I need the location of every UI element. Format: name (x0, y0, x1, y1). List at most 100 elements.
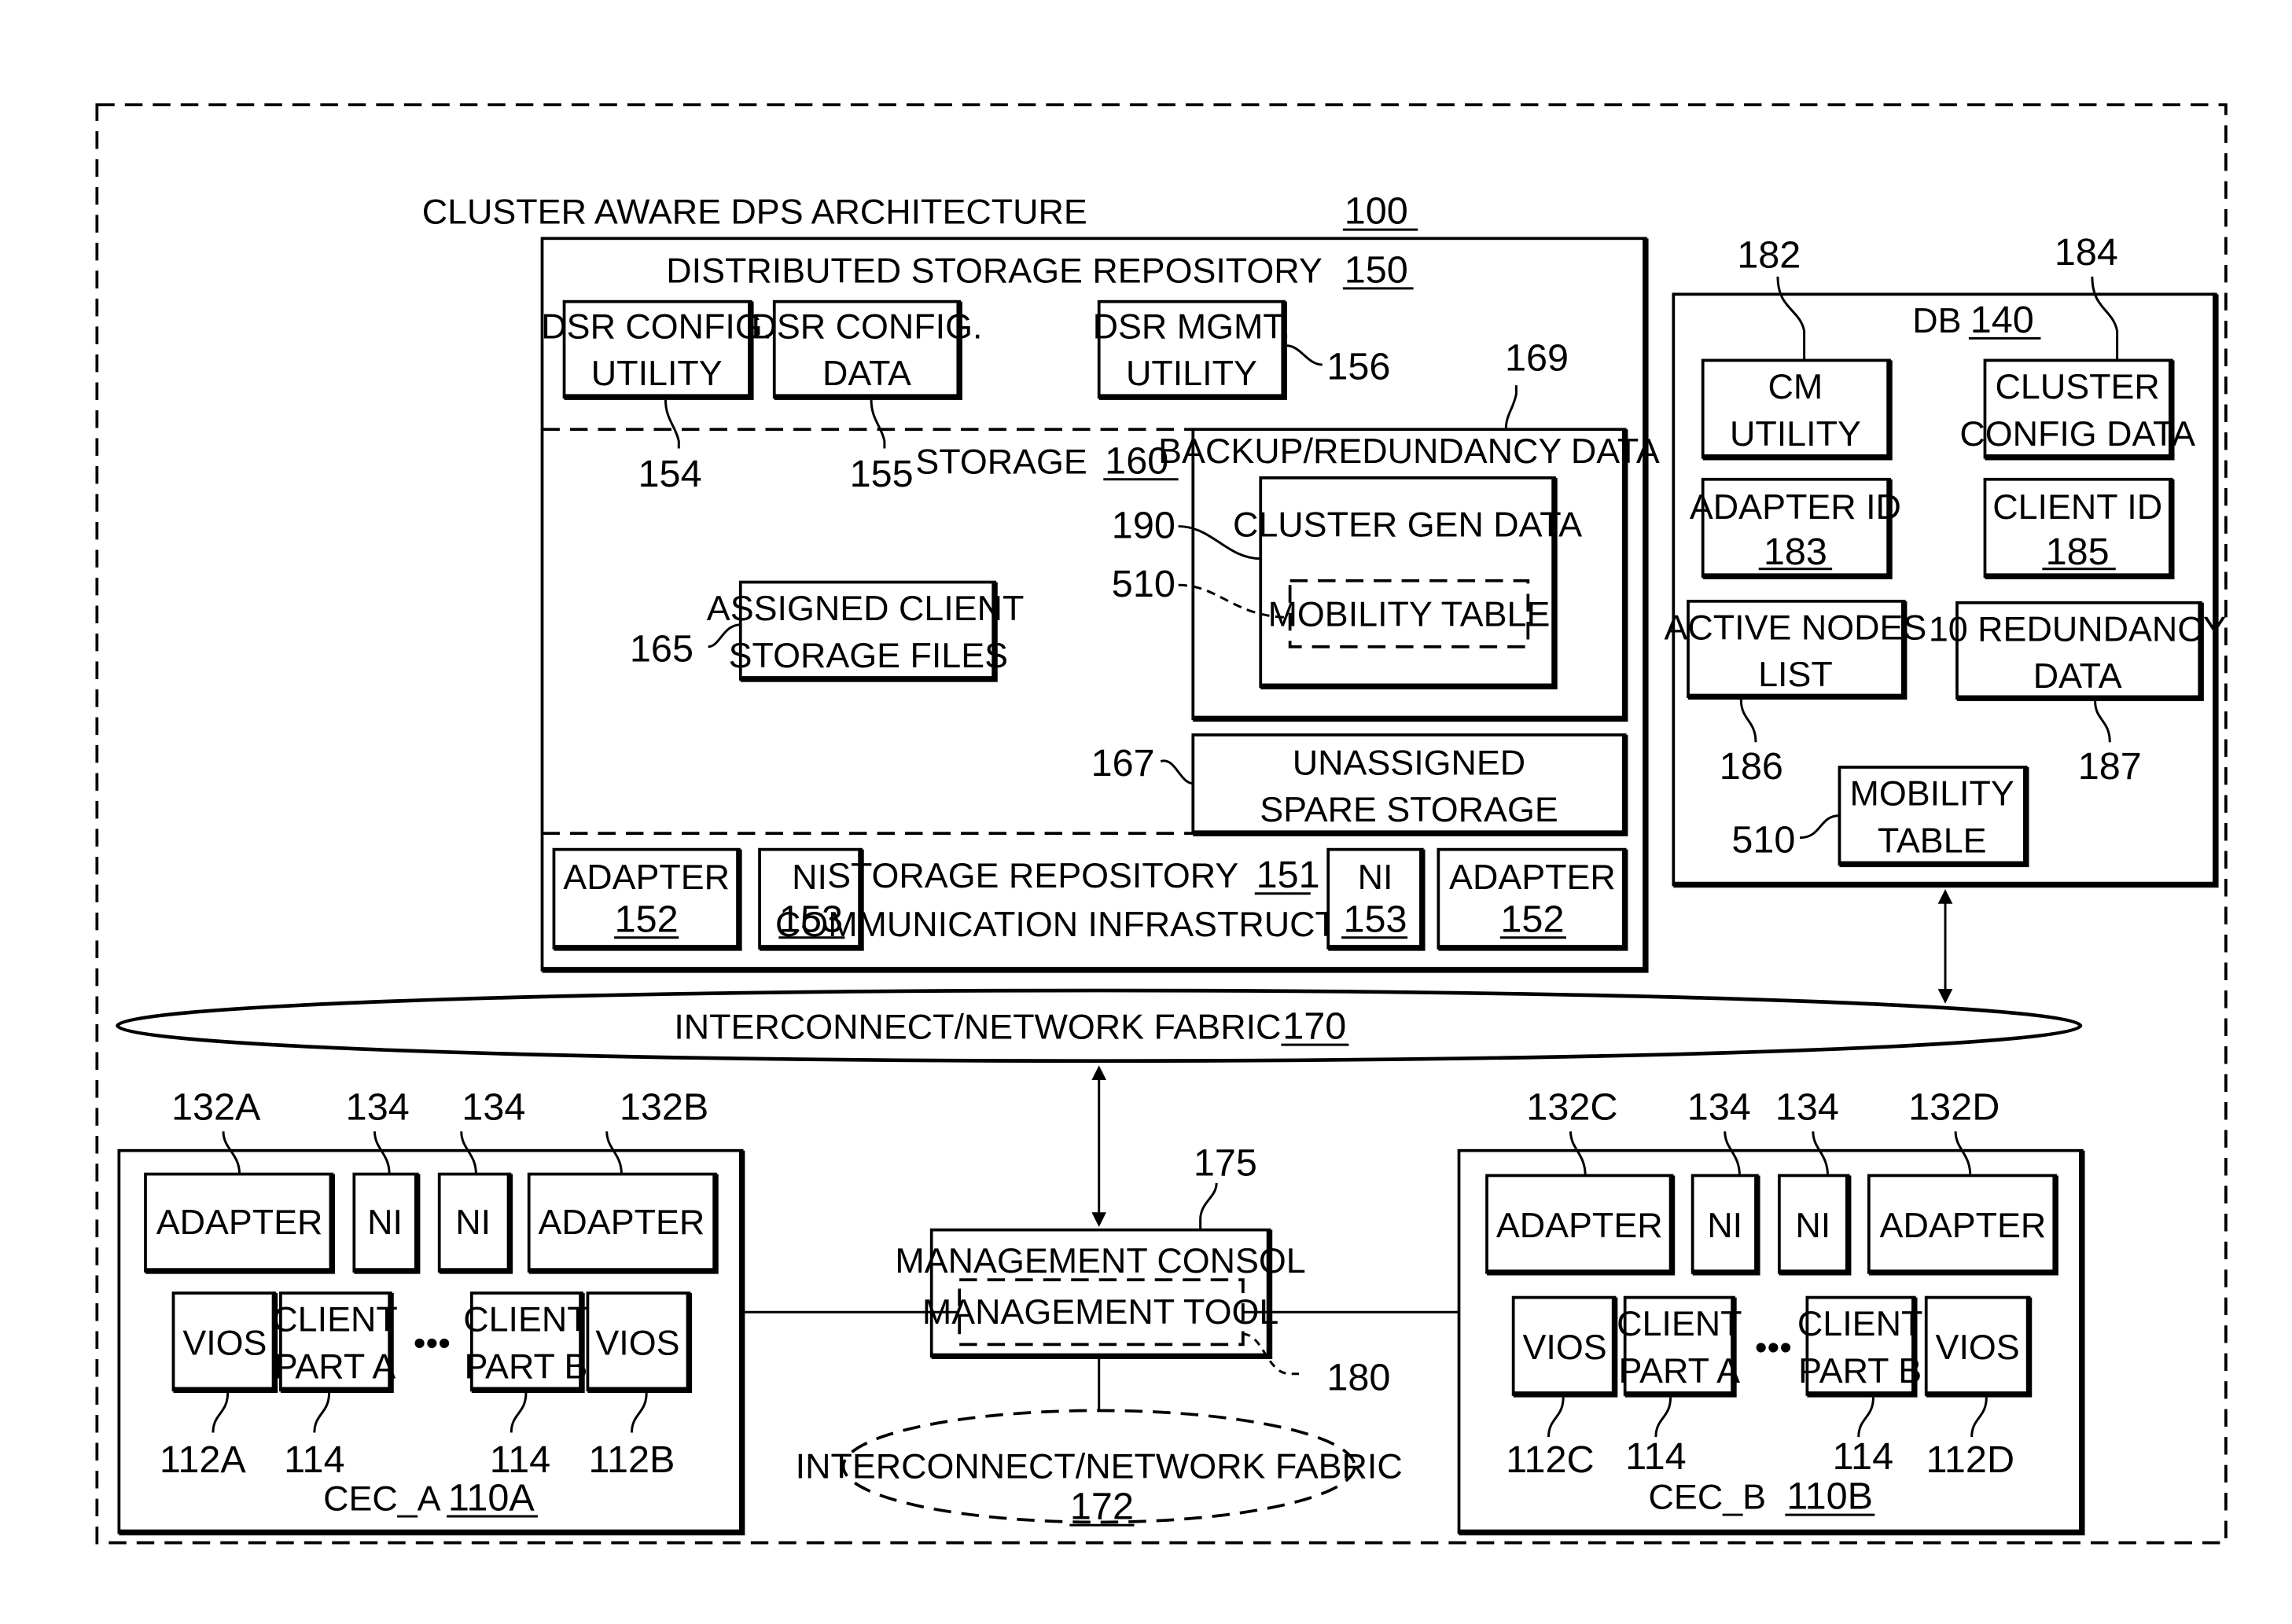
svg-text:ASSIGNED CLIENT: ASSIGNED CLIENT (707, 588, 1025, 628)
ref-184: 184 (2055, 231, 2118, 274)
svg-text:170: 170 (1282, 1005, 1346, 1048)
interconnect-fabric-172[interactable]: INTERCONNECT/NETWORK FABRIC 172 (796, 1409, 1403, 1528)
svg-text:NI: NI (792, 857, 827, 897)
cec-a-label: CEC_A (323, 1479, 441, 1519)
ref-112d: 112D (1926, 1438, 2015, 1481)
svg-text:DSR CONFIG.: DSR CONFIG. (752, 306, 983, 346)
mobility-table-db[interactable]: MOBILITY TABLE (1838, 766, 2029, 868)
cec-a-vios-112a[interactable]: VIOS (171, 1291, 278, 1394)
cec-b-client-part-a[interactable]: CLIENT PART A (1617, 1295, 1742, 1398)
cec-b-adapter-132c[interactable]: ADAPTER (1485, 1174, 1676, 1276)
db-ref: 140 (1970, 299, 2034, 341)
cec-a-client-part-a[interactable]: CLIENT PART A (272, 1291, 398, 1394)
svg-text:151: 151 (1256, 854, 1320, 896)
ref-190: 190 (1112, 505, 1175, 547)
svg-text:PART B: PART B (1798, 1350, 1922, 1391)
svg-text:NI: NI (1358, 857, 1393, 897)
ref-134-a2: 134 (462, 1086, 525, 1128)
adapter-152-left[interactable]: ADAPTER 152 (552, 847, 742, 951)
cec-a-ni-1[interactable]: NI (352, 1172, 421, 1274)
ref-167: 167 (1091, 742, 1155, 784)
cec-a: ADAPTER NI NI ADAPTER 132A 134 134 132B … (117, 1086, 745, 1536)
svg-text:183: 183 (1764, 531, 1827, 573)
svg-text:UTILITY: UTILITY (1126, 353, 1257, 393)
svg-text:VIOS: VIOS (1936, 1327, 2020, 1367)
svg-text:ADAPTER: ADAPTER (1880, 1205, 2047, 1245)
ref-114-a2: 114 (490, 1438, 550, 1481)
svg-text:10 REDUNDANCY: 10 REDUNDANCY (1929, 608, 2227, 648)
cec-b-ni-2[interactable]: NI (1777, 1174, 1852, 1276)
svg-text:NI: NI (1795, 1205, 1830, 1245)
db-title: DB (1912, 300, 1961, 340)
ref-112b: 112B (589, 1438, 675, 1481)
svg-text:CLIENT: CLIENT (1617, 1303, 1742, 1343)
dsr-mgmt-utility[interactable]: DSR MGMT. UTILITY (1093, 299, 1291, 400)
svg-text:UTILITY: UTILITY (1730, 413, 1861, 454)
svg-text:TABLE: TABLE (1878, 820, 1987, 860)
cec-b-client-part-b[interactable]: CLIENT PART B (1797, 1295, 1922, 1398)
dsr-title: DISTRIBUTED STORAGE REPOSITORY (666, 250, 1322, 290)
cm-utility[interactable]: CM UTILITY (1701, 358, 1893, 461)
svg-text:CLIENT: CLIENT (272, 1299, 397, 1339)
title-text: CLUSTER AWARE DPS ARCHITECTURE (422, 192, 1087, 232)
svg-text:ACTIVE NODES: ACTIVE NODES (1665, 607, 1927, 647)
assigned-client-storage-files[interactable]: ASSIGNED CLIENT STORAGE FILES (707, 580, 1025, 682)
cec-b-ref: 110B (1786, 1475, 1873, 1518)
ref-510-db: 510 (1731, 818, 1795, 861)
svg-text:SPARE STORAGE: SPARE STORAGE (1260, 789, 1558, 829)
ref-114-b1: 114 (1625, 1435, 1686, 1478)
cec-b: ADAPTER NI NI ADAPTER 132C 134 134 132D … (1457, 1086, 2085, 1536)
cec-a-adapter-132a[interactable]: ADAPTER (144, 1172, 336, 1274)
svg-text:CLIENT ID: CLIENT ID (1992, 487, 2162, 527)
svg-text:185: 185 (2046, 531, 2110, 573)
svg-text:VIOS: VIOS (1522, 1327, 1606, 1367)
ref-182: 182 (1737, 234, 1801, 277)
svg-text:STORAGE REPOSITORY: STORAGE REPOSITORY (827, 855, 1238, 895)
dsr-config-data[interactable]: DSR CONFIG. DATA (752, 299, 983, 400)
cec-a-vios-112b[interactable]: VIOS (586, 1291, 693, 1394)
svg-text:PART B: PART B (464, 1346, 587, 1386)
ref-156: 156 (1326, 346, 1390, 388)
ref-134-b2: 134 (1775, 1086, 1839, 1128)
cec-a-ni-2[interactable]: NI (437, 1172, 513, 1274)
cluster-config-data[interactable]: CLUSTER CONFIG DATA (1959, 358, 2195, 461)
svg-text:ADAPTER: ADAPTER (1496, 1205, 1663, 1245)
adapter-152-right[interactable]: ADAPTER 152 (1437, 847, 1628, 951)
ref-112a: 112A (160, 1438, 246, 1481)
ref-165: 165 (630, 627, 693, 670)
ref-134-b1: 134 (1687, 1086, 1751, 1128)
ref-114-b2: 114 (1833, 1435, 1893, 1478)
ref-154: 154 (638, 453, 702, 495)
svg-text:INTERCONNECT/NETWORK FABRIC: INTERCONNECT/NETWORK FABRIC (796, 1446, 1403, 1486)
svg-text:PART A: PART A (1619, 1350, 1741, 1391)
architecture-diagram: CLUSTER AWARE DPS ARCHITECTURE 100 DISTR… (95, 103, 2228, 1545)
adapter-id[interactable]: ADAPTER ID 183 (1690, 477, 1901, 579)
svg-text:MOBILITY: MOBILITY (1850, 773, 2014, 814)
io-redundancy-data[interactable]: 10 REDUNDANCY DATA (1929, 601, 2227, 701)
ni-153-right[interactable]: NI 153 (1326, 847, 1426, 951)
svg-text:CONFIG DATA: CONFIG DATA (1959, 413, 2195, 454)
svg-text:DATA: DATA (822, 353, 911, 393)
ref-134-a1: 134 (346, 1086, 410, 1128)
cec-b-ni-1[interactable]: NI (1690, 1174, 1760, 1276)
svg-text:BACKUP/REDUNDANCY DATA: BACKUP/REDUNDANCY DATA (1158, 431, 1660, 471)
ref-132a: 132A (171, 1086, 261, 1128)
svg-text:153: 153 (1343, 898, 1407, 940)
svg-text:ADAPTER: ADAPTER (1449, 857, 1616, 897)
cec-b-vios-112d[interactable]: VIOS (1924, 1295, 2033, 1398)
cec-b-adapter-132d[interactable]: ADAPTER (1867, 1174, 2058, 1276)
svg-text:UTILITY: UTILITY (591, 353, 723, 393)
svg-text:CLIENT: CLIENT (1797, 1303, 1922, 1343)
active-nodes-list[interactable]: ACTIVE NODES LIST (1665, 599, 1927, 700)
cec-b-vios-112c[interactable]: VIOS (1511, 1295, 1618, 1398)
client-id[interactable]: CLIENT ID 185 (1983, 477, 2175, 579)
cec-a-client-part-b[interactable]: CLIENT PART B (463, 1291, 589, 1394)
svg-text:ADAPTER ID: ADAPTER ID (1690, 487, 1901, 527)
ref-187: 187 (2078, 745, 2142, 788)
unassigned-spare-storage[interactable]: UNASSIGNED SPARE STORAGE (1191, 733, 1628, 836)
cec-a-adapter-132b[interactable]: ADAPTER (527, 1172, 719, 1274)
dsr-config-utility[interactable]: DSR CONFIG. UTILITY (541, 299, 772, 400)
svg-text:CM: CM (1768, 366, 1823, 406)
interconnect-fabric-170[interactable]: INTERCONNECT/NETWORK FABRIC 170 (116, 988, 2083, 1064)
svg-text:MOBILITY TABLE: MOBILITY TABLE (1268, 594, 1551, 634)
